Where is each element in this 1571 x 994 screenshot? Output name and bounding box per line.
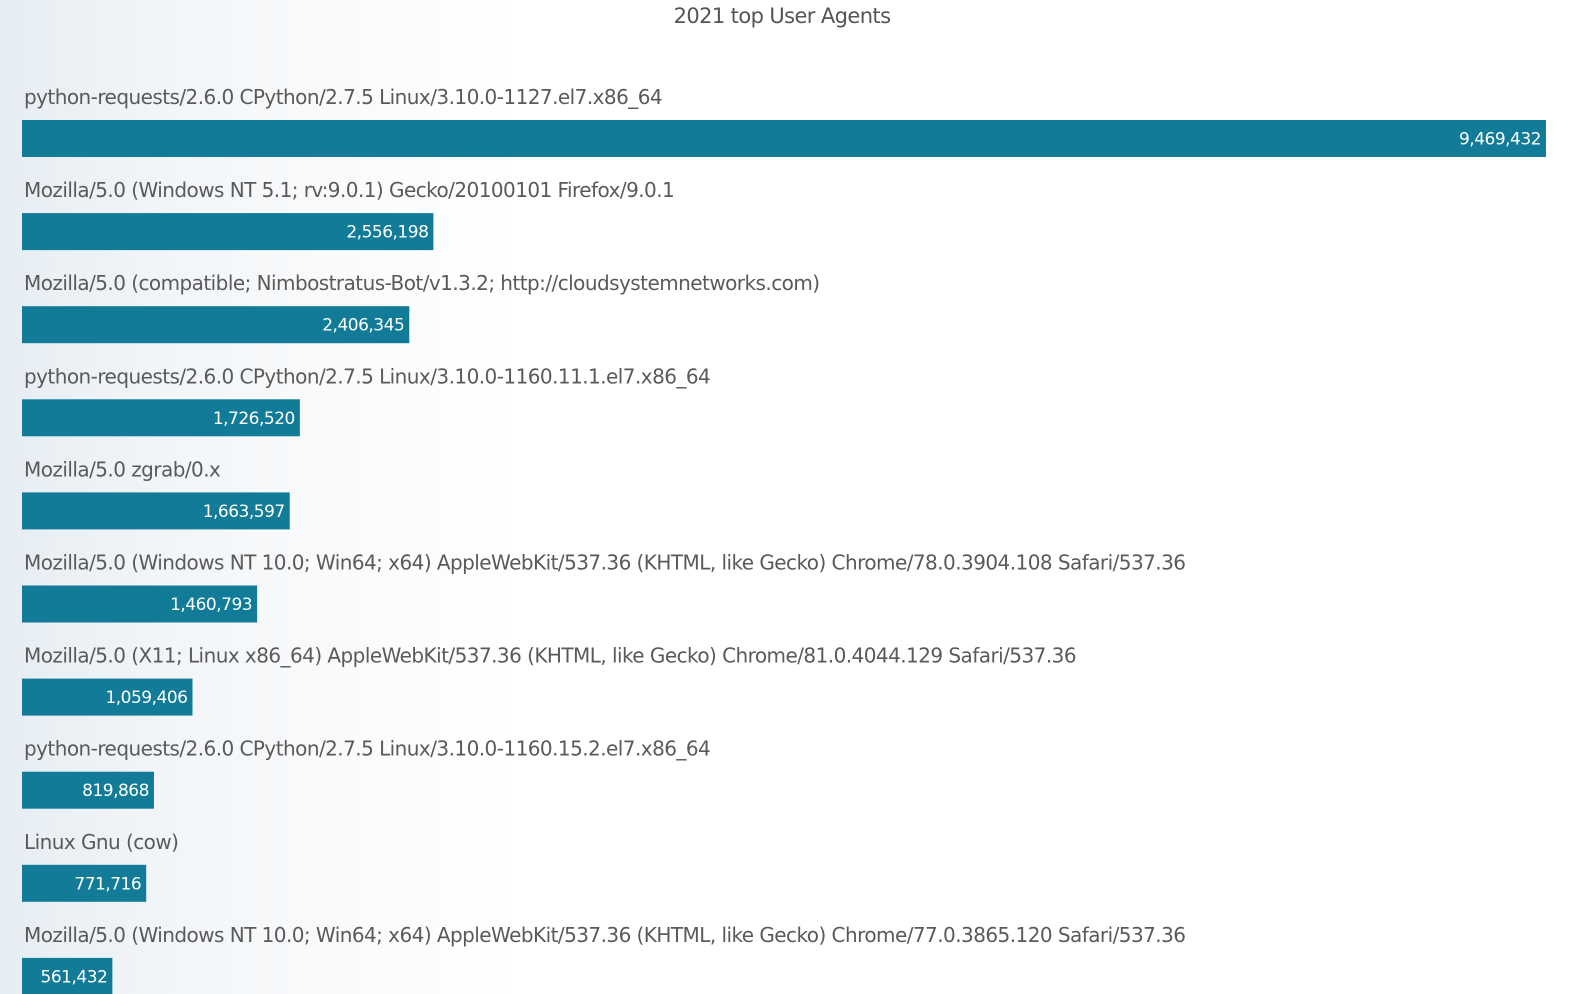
category-label: Mozilla/5.0 (Windows NT 10.0; Win64; x64… <box>24 923 1185 947</box>
value-label: 819,868 <box>82 781 149 801</box>
category-label: Mozilla/5.0 zgrab/0.x <box>24 457 221 481</box>
value-label: 771,716 <box>74 874 141 894</box>
value-label: 1,663,597 <box>203 502 285 522</box>
value-label: 2,406,345 <box>322 316 404 336</box>
category-label: Mozilla/5.0 (X11; Linux x86_64) AppleWeb… <box>24 644 1076 668</box>
value-label: 561,432 <box>41 967 108 987</box>
value-label: 1,059,406 <box>105 688 187 708</box>
category-label: python-requests/2.6.0 CPython/2.7.5 Linu… <box>24 737 710 761</box>
value-label: 9,469,432 <box>1459 130 1541 150</box>
category-label: Mozilla/5.0 (compatible; Nimbostratus-Bo… <box>24 271 820 295</box>
value-label: 1,460,793 <box>170 595 252 615</box>
category-label: python-requests/2.6.0 CPython/2.7.5 Linu… <box>24 364 710 388</box>
category-label: python-requests/2.6.0 CPython/2.7.5 Linu… <box>24 85 662 109</box>
bar[interactable] <box>22 120 1546 157</box>
category-label: Linux Gnu (cow) <box>24 830 178 854</box>
category-label: Mozilla/5.0 (Windows NT 5.1; rv:9.0.1) G… <box>24 178 674 202</box>
value-label: 1,726,520 <box>213 409 295 429</box>
category-label: Mozilla/5.0 (Windows NT 10.0; Win64; x64… <box>24 551 1185 575</box>
value-label: 2,556,198 <box>346 223 428 243</box>
bar-chart: python-requests/2.6.0 CPython/2.7.5 Linu… <box>22 85 1546 994</box>
